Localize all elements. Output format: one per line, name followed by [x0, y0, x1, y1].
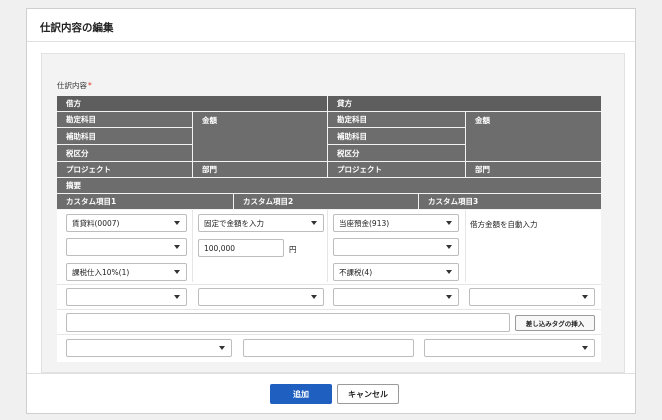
chevron-down-icon [446, 295, 452, 299]
header-debit-account: 勘定科目 [57, 112, 192, 127]
debit-amount-mode-value: 固定で金額を入力 [204, 218, 264, 228]
chevron-down-icon [582, 346, 588, 350]
header-credit-account: 勘定科目 [328, 112, 465, 127]
header-custom2: カスタム項目2 [234, 194, 418, 209]
summary-input[interactable] [66, 313, 510, 332]
credit-tax-value: 不課税(4) [339, 267, 373, 277]
debit-account-value: 賃貸料(0007) [72, 218, 120, 228]
header-debit-sub-account: 補助科目 [57, 128, 192, 144]
divider [57, 309, 601, 310]
credit-sub-account-select[interactable] [333, 238, 459, 256]
credit-project-select[interactable] [333, 288, 459, 306]
custom2-input[interactable] [243, 339, 414, 357]
footer-divider [27, 373, 635, 374]
section-label: 仕訳内容* [57, 80, 92, 91]
dialog-title: 仕訳内容の編集 [40, 22, 114, 34]
custom1-select[interactable] [66, 339, 232, 357]
header-debit-project: プロジェクト [57, 162, 192, 177]
chevron-down-icon [446, 221, 452, 225]
credit-account-select[interactable]: 当座預金(913) [333, 214, 459, 232]
divider [465, 210, 466, 282]
chevron-down-icon [174, 221, 180, 225]
divider [327, 210, 328, 282]
debit-department-select[interactable] [198, 288, 324, 306]
header-credit-sub-account: 補助科目 [328, 128, 465, 144]
header-summary: 摘要 [57, 178, 601, 193]
debit-sub-account-select[interactable] [66, 238, 187, 256]
journal-panel: 仕訳内容* 借方 貸方 勘定科目 金額 勘定科目 金額 補助科目 補助科目 税区… [41, 53, 625, 373]
chevron-down-icon [582, 295, 588, 299]
chevron-down-icon [311, 221, 317, 225]
credit-department-select[interactable] [469, 288, 595, 306]
custom3-select[interactable] [424, 339, 595, 357]
cancel-button[interactable]: キャンセル [337, 384, 399, 404]
debit-amount-mode-select[interactable]: 固定で金額を入力 [198, 214, 324, 232]
header-credit: 貸方 [328, 96, 601, 111]
divider [57, 334, 601, 335]
debit-tax-select[interactable]: 課税仕入10%(1) [66, 263, 187, 281]
header-debit-tax: 税区分 [57, 145, 192, 161]
add-button[interactable]: 追加 [270, 384, 332, 404]
debit-project-select[interactable] [66, 288, 187, 306]
chevron-down-icon [174, 295, 180, 299]
required-mark: * [88, 81, 92, 90]
header-debit-department: 部門 [193, 162, 327, 177]
chevron-down-icon [446, 270, 452, 274]
debit-account-select[interactable]: 賃貸料(0007) [66, 214, 187, 232]
header-credit-tax: 税区分 [328, 145, 465, 161]
title-divider [27, 41, 635, 42]
chevron-down-icon [311, 295, 317, 299]
chevron-down-icon [174, 245, 180, 249]
edit-journal-dialog: 仕訳内容の編集 仕訳内容* 借方 貸方 勘定科目 金額 勘定科目 金額 補助科目… [26, 8, 636, 414]
debit-amount-input[interactable]: 100,000 [198, 239, 284, 257]
header-debit: 借方 [57, 96, 327, 111]
chevron-down-icon [446, 245, 452, 249]
credit-amount-auto-text: 借方金額を自動入力 [470, 220, 538, 229]
chevron-down-icon [174, 270, 180, 274]
credit-tax-select[interactable]: 不課税(4) [333, 263, 459, 281]
divider [57, 284, 601, 285]
chevron-down-icon [219, 346, 225, 350]
debit-tax-value: 課税仕入10%(1) [72, 267, 130, 277]
header-credit-amount: 金額 [466, 112, 601, 161]
header-debit-amount: 金額 [193, 112, 327, 161]
insert-tag-button[interactable]: 差し込みタグの挿入 [515, 315, 595, 331]
header-custom1: カスタム項目1 [57, 194, 233, 209]
divider [192, 210, 193, 282]
header-credit-department: 部門 [466, 162, 601, 177]
header-credit-project: プロジェクト [328, 162, 465, 177]
amount-unit-label: 円 [289, 245, 297, 254]
section-label-text: 仕訳内容 [57, 81, 87, 90]
header-custom3: カスタム項目3 [419, 194, 601, 209]
credit-account-value: 当座預金(913) [339, 218, 390, 228]
